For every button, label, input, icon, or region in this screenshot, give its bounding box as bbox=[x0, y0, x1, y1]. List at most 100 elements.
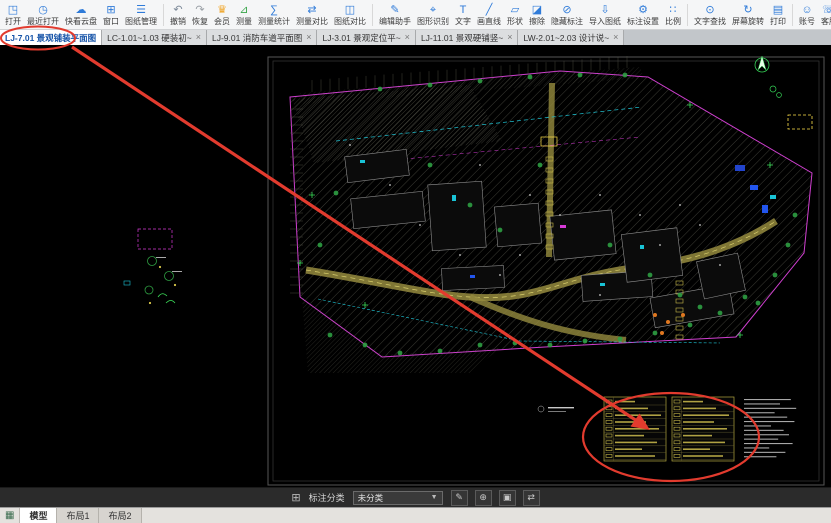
toolbar-label: 擦除 bbox=[529, 17, 545, 26]
toolbar-label: 撤销 bbox=[170, 17, 186, 26]
tab-close-icon[interactable]: × bbox=[196, 33, 201, 42]
edit-annotation-icon[interactable]: ✎ bbox=[451, 490, 468, 506]
toolbar-shapes-button[interactable]: ▱形状 bbox=[504, 0, 526, 29]
toolbar-measure-compare-button[interactable]: ⇄测量对比 bbox=[293, 0, 331, 29]
toolbar-separator bbox=[372, 4, 373, 26]
print-icon: ▤ bbox=[773, 4, 783, 17]
tab-bar: LJ-7.01 景观铺装平面图LC-1.01~1.03 硬装初~×LJ-9.01… bbox=[0, 30, 831, 45]
measure-stats-icon: ∑ bbox=[270, 4, 278, 17]
toolbar: ◳打开◷最近打开☁快看云盘⊞窗口☰图纸管理↶撤销↷恢复♛会员⊿测量∑测量统计⇄测… bbox=[0, 0, 831, 30]
toolbar-support-button[interactable]: ☏客服 bbox=[818, 0, 831, 29]
toolbar-label: 文字查找 bbox=[694, 17, 726, 26]
toolbar-label: 测量统计 bbox=[258, 17, 290, 26]
toolbar-print-button[interactable]: ▤打印 bbox=[767, 0, 789, 29]
category-grid-icon[interactable]: ⊞ bbox=[291, 491, 300, 504]
toolbar-edit-assistant-button[interactable]: ✎编辑助手 bbox=[376, 0, 414, 29]
toolbar-scale-button[interactable]: ∷比例 bbox=[662, 0, 684, 29]
toolbar-rotate-screen-button[interactable]: ↻屏幕旋转 bbox=[729, 0, 767, 29]
recent-open-icon: ◷ bbox=[38, 4, 48, 17]
legend-table-1 bbox=[604, 397, 666, 461]
drawing-tab[interactable]: LJ-7.01 景观铺装平面图 bbox=[0, 30, 102, 45]
toolbar-import-drawing-button[interactable]: ⇩导入图纸 bbox=[586, 0, 624, 29]
sheet-nav-icon[interactable]: ▦ bbox=[0, 508, 20, 523]
toolbar-hide-annotations-button[interactable]: ⊘隐藏标注 bbox=[548, 0, 586, 29]
drawing-tab-label: LJ-7.01 景观铺装平面图 bbox=[5, 32, 96, 44]
import-drawing-icon: ⇩ bbox=[600, 4, 609, 17]
toolbar-label: 编辑助手 bbox=[379, 17, 411, 26]
tab-close-icon[interactable]: × bbox=[507, 33, 512, 42]
export-annotation-icon[interactable]: ⇄ bbox=[523, 490, 540, 506]
toolbar-shape-recognition-button[interactable]: ⌖图形识别 bbox=[414, 0, 452, 29]
toolbar-label: 标注设置 bbox=[627, 17, 659, 26]
toolbar-redo-button[interactable]: ↷恢复 bbox=[189, 0, 211, 29]
toolbar-label: 导入图纸 bbox=[589, 17, 621, 26]
tab-close-icon[interactable]: × bbox=[613, 33, 618, 42]
shape-recognition-icon: ⌖ bbox=[430, 4, 436, 17]
vip-icon: ♛ bbox=[217, 4, 227, 17]
annotation-actions: ✎ ⊕ ▣ ⇄ bbox=[451, 490, 540, 506]
toolbar-separator bbox=[163, 4, 164, 26]
drawing-tab-label: LJ-9.01 消防车道平面图 bbox=[212, 32, 302, 44]
toolbar-account-button[interactable]: ☺账号 bbox=[796, 0, 818, 29]
drawing-tab[interactable]: LJ-9.01 消防车道平面图 × bbox=[207, 30, 317, 45]
toolbar-cloud-drive-button[interactable]: ☁快看云盘 bbox=[62, 0, 100, 29]
toolbar-measure-button[interactable]: ⊿测量 bbox=[233, 0, 255, 29]
annotation-bar: ⊞ 标注分类 未分类 ▼ ✎⊕▣⇄ bbox=[0, 487, 831, 507]
toolbar-label: 文字 bbox=[455, 17, 471, 26]
toolbar-label: 恢复 bbox=[192, 17, 208, 26]
tab-close-icon[interactable]: × bbox=[405, 33, 410, 42]
toolbar-undo-button[interactable]: ↶撤销 bbox=[167, 0, 189, 29]
tab-close-icon[interactable]: × bbox=[306, 33, 311, 42]
toolbar-label: 形状 bbox=[507, 17, 523, 26]
layout-tab-布局2[interactable]: 布局2 bbox=[99, 508, 141, 523]
toolbar-erase-button[interactable]: ◪擦除 bbox=[526, 0, 548, 29]
toolbar-drawing-manager-button[interactable]: ☰图纸管理 bbox=[122, 0, 160, 29]
measure-compare-icon: ⇄ bbox=[307, 4, 316, 17]
rotate-screen-icon: ↻ bbox=[743, 4, 752, 17]
measure-icon: ⊿ bbox=[239, 4, 248, 17]
toolbar-draw-line-button[interactable]: ╱画直线 bbox=[474, 0, 504, 29]
drawing-tab-label: LJ-3.01 景观定位平~ bbox=[322, 32, 400, 44]
toolbar-label: 图纸对比 bbox=[334, 17, 366, 26]
redo-icon: ↷ bbox=[195, 4, 204, 17]
drawing-tab[interactable]: LC-1.01~1.03 硬装初~× bbox=[102, 30, 207, 45]
toolbar-vip-button[interactable]: ♛会员 bbox=[211, 0, 233, 29]
toolbar-label: 屏幕旋转 bbox=[732, 17, 764, 26]
toolbar-label: 打开 bbox=[5, 17, 21, 26]
toolbar-window-button[interactable]: ⊞窗口 bbox=[100, 0, 122, 29]
locate-annotation-icon[interactable]: ⊕ bbox=[475, 490, 492, 506]
drawing-canvas[interactable] bbox=[0, 45, 831, 487]
toolbar-label: 快看云盘 bbox=[65, 17, 97, 26]
layout-bar: ▦ 模型布局1布局2 bbox=[0, 507, 831, 523]
annotation-settings-icon: ⚙ bbox=[638, 4, 648, 17]
category-select-value: 未分类 bbox=[358, 492, 384, 504]
legend-notes bbox=[744, 399, 796, 457]
text-icon: T bbox=[460, 4, 467, 17]
drawing-tab[interactable]: LW-2.01~2.03 设计说~× bbox=[518, 30, 624, 45]
scale-icon: ∷ bbox=[670, 4, 677, 17]
toolbar-text-search-button[interactable]: ⊙文字查找 bbox=[691, 0, 729, 29]
copy-annotation-icon[interactable]: ▣ bbox=[499, 490, 516, 506]
toolbar-drawing-compare-button[interactable]: ◫图纸对比 bbox=[331, 0, 369, 29]
category-select[interactable]: 未分类 ▼ bbox=[353, 491, 443, 505]
toolbar-separator bbox=[687, 4, 688, 26]
layout-tab-模型[interactable]: 模型 bbox=[20, 508, 57, 523]
drawing-tab[interactable]: LJ-3.01 景观定位平~ × bbox=[317, 30, 415, 45]
toolbar-label: 图纸管理 bbox=[125, 17, 157, 26]
legend-table-2 bbox=[672, 397, 734, 461]
toolbar-open-button[interactable]: ◳打开 bbox=[2, 0, 24, 29]
toolbar-text-button[interactable]: T文字 bbox=[452, 0, 474, 29]
cad-viewer-window: ◳打开◷最近打开☁快看云盘⊞窗口☰图纸管理↶撤销↷恢复♛会员⊿测量∑测量统计⇄测… bbox=[0, 0, 831, 523]
layout-tab-布局1[interactable]: 布局1 bbox=[57, 508, 99, 523]
toolbar-separator bbox=[792, 4, 793, 26]
drawing-tab[interactable]: LJ-11.01 景观硬铺竖~ × bbox=[416, 30, 519, 45]
toolbar-label: 画直线 bbox=[477, 17, 501, 26]
toolbar-recent-open-button[interactable]: ◷最近打开 bbox=[24, 0, 62, 29]
toolbar-label: 图形识别 bbox=[417, 17, 449, 26]
toolbar-annotation-settings-button[interactable]: ⚙标注设置 bbox=[624, 0, 662, 29]
undo-icon: ↶ bbox=[173, 4, 182, 17]
toolbar-measure-stats-button[interactable]: ∑测量统计 bbox=[255, 0, 293, 29]
drawing-tab-label: LJ-11.01 景观硬铺竖~ bbox=[421, 32, 503, 44]
toolbar-label: 测量 bbox=[236, 17, 252, 26]
hide-annotations-icon: ⊘ bbox=[562, 4, 571, 17]
